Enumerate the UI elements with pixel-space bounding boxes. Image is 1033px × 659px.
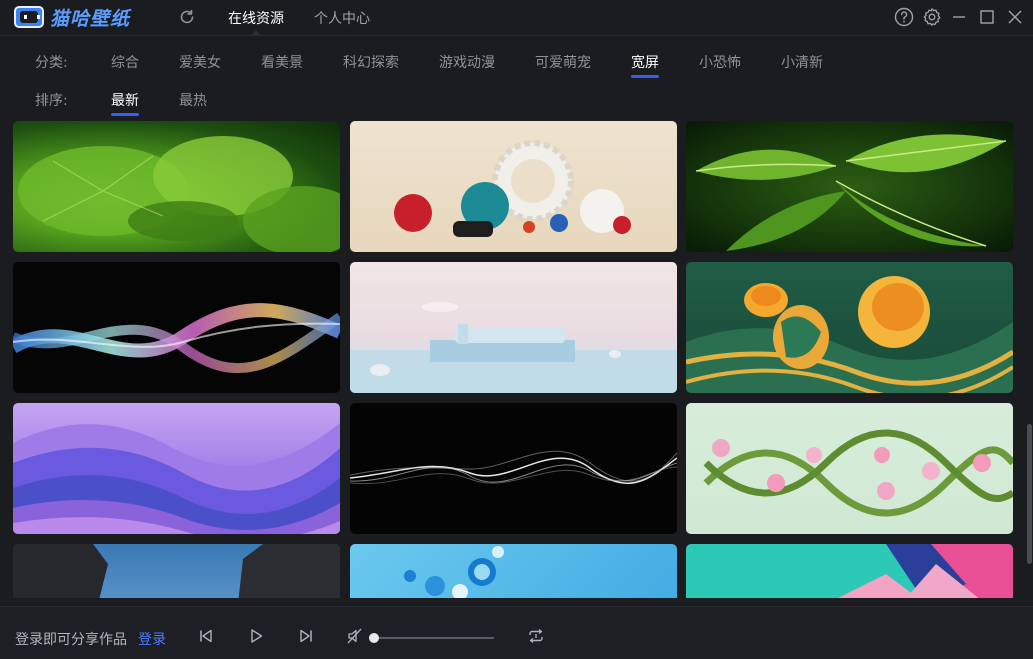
sort-label: 排序: [35,93,68,109]
wallpaper-image [695,134,1007,251]
tab-personal-center[interactable]: 个人中心 [314,8,370,28]
wallpaper-image [686,276,1013,393]
wallpaper-image [838,544,1013,598]
minimize-icon[interactable] [949,7,969,27]
category-item[interactable]: 科幻探索 [343,52,399,72]
wallpaper-thumbnail[interactable] [350,544,677,598]
wallpaper-thumbnail[interactable] [350,121,677,252]
wallpaper-thumbnail[interactable] [13,262,340,393]
login-link[interactable]: 登录 [138,629,166,649]
category-item[interactable]: 爱美女 [179,52,221,72]
maximize-icon[interactable] [977,7,997,27]
category-item[interactable]: 可爱萌宠 [535,52,591,72]
category-filter: 分类: 综合 爱美女 看美景 科幻探索 游戏动漫 可爱萌宠 宽屏 小恐怖 小清新 [0,48,1033,78]
wallpaper-thumbnail[interactable] [686,403,1013,534]
wallpaper-thumbnail[interactable] [13,121,340,252]
refresh-icon[interactable] [178,8,196,26]
wallpaper-image [350,450,677,485]
category-item[interactable]: 小清新 [781,52,823,72]
logo-icon [14,6,44,28]
category-item[interactable]: 综合 [111,52,139,72]
volume-slider-knob[interactable] [369,633,379,643]
tab-online-resources[interactable]: 在线资源 [228,8,284,28]
active-tab-indicator [250,30,262,36]
wallpaper-thumbnail[interactable] [686,121,1013,252]
wallpaper-thumbnail[interactable] [13,544,340,598]
wallpaper-image [350,302,677,393]
wallpaper-image [13,544,340,598]
volume-slider[interactable] [372,637,494,639]
loop-icon[interactable] [527,627,545,645]
sort-item-selected[interactable]: 最新 [111,90,139,116]
help-icon[interactable] [894,7,914,27]
play-icon[interactable] [247,627,265,645]
bottom-bar: 登录即可分享作品 登录 [0,606,1033,659]
sort-item[interactable]: 最热 [179,90,207,110]
previous-icon[interactable] [197,627,215,645]
close-icon[interactable] [1005,7,1025,27]
category-item[interactable]: 小恐怖 [699,52,741,72]
wallpaper-image [13,423,340,534]
wallpaper-thumbnail[interactable] [686,262,1013,393]
wallpaper-image [703,429,1013,517]
wallpaper-thumbnail[interactable] [350,403,677,534]
category-item-selected[interactable]: 宽屏 [631,52,659,78]
wallpaper-grid [0,118,1026,598]
scrollbar[interactable] [1027,118,1032,598]
category-label: 分类: [35,55,68,71]
wallpaper-thumbnail[interactable] [686,544,1013,598]
wallpaper-thumbnail[interactable] [350,262,677,393]
next-icon[interactable] [297,627,315,645]
wallpaper-thumbnail[interactable] [13,403,340,534]
scrollbar-thumb[interactable] [1027,424,1032,564]
share-prompt: 登录即可分享作品 [15,632,127,648]
mute-icon[interactable] [346,627,364,645]
title-bar: 猫哈壁纸 在线资源 个人中心 [0,0,1033,36]
category-item[interactable]: 游戏动漫 [439,52,495,72]
category-item[interactable]: 看美景 [261,52,303,72]
wallpaper-image [13,303,340,374]
wallpaper-image [404,546,504,598]
wallpaper-image [18,136,340,252]
settings-icon[interactable] [922,7,942,27]
wallpaper-image [394,140,631,237]
app-name: 猫哈壁纸 [50,7,131,30]
app-logo: 猫哈壁纸 [14,5,131,30]
sort-filter: 排序: 最新 最热 [0,86,1033,116]
